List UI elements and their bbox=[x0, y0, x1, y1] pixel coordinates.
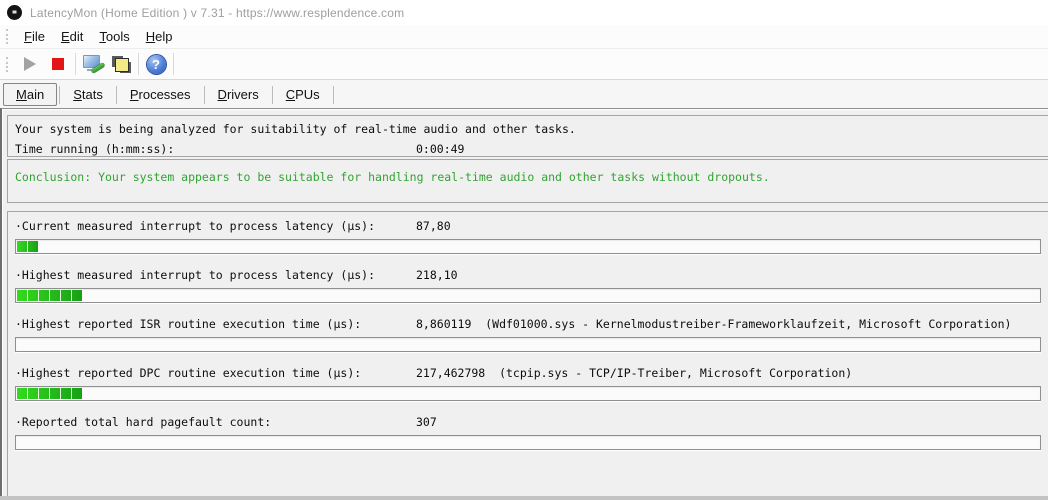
analyze-button[interactable] bbox=[79, 51, 107, 77]
latency-bar-fill bbox=[17, 241, 38, 252]
time-running-line: Time running (h:mm:ss): 0:00:49 bbox=[15, 139, 1048, 159]
measure-row-current-latency: ·Current measured interrupt to process l… bbox=[15, 214, 1041, 263]
latency-bar bbox=[15, 386, 1041, 401]
menu-edit[interactable]: Edit bbox=[53, 27, 91, 46]
analyze-monitor-icon bbox=[82, 54, 105, 74]
measure-label: ·Highest reported ISR routine execution … bbox=[15, 317, 362, 331]
measure-row-isr-time: ·Highest reported ISR routine execution … bbox=[15, 312, 1041, 361]
title-bar: LatencyMon (Home Edition ) v 7.31 - http… bbox=[0, 0, 1048, 25]
measure-label: ·Reported total hard pagefault count: bbox=[15, 415, 272, 429]
latency-bar bbox=[15, 435, 1041, 450]
measure-row-dpc-time: ·Highest reported DPC routine execution … bbox=[15, 361, 1041, 410]
tab-separator bbox=[332, 85, 334, 104]
menubar-gripper-handle[interactable] bbox=[6, 29, 8, 44]
time-running-label: Time running (h:mm:ss): bbox=[15, 142, 175, 156]
window-title: LatencyMon (Home Edition ) v 7.31 - http… bbox=[30, 5, 405, 20]
play-icon bbox=[24, 57, 36, 71]
tab-stats[interactable]: Stats bbox=[60, 83, 116, 106]
measure-label: ·Highest measured interrupt to process l… bbox=[15, 268, 376, 282]
toolbar-gripper-handle[interactable] bbox=[6, 56, 8, 72]
toolbar-separator bbox=[138, 53, 139, 75]
latency-bar bbox=[15, 337, 1041, 352]
measure-row-highest-latency: ·Highest measured interrupt to process l… bbox=[15, 263, 1041, 312]
help-button[interactable]: ? bbox=[142, 51, 170, 77]
stop-icon bbox=[52, 58, 64, 70]
analysis-status-text: Your system is being analyzed for suitab… bbox=[15, 122, 576, 136]
measure-value: 217,462798 (tcpip.sys - TCP/IP-Treiber, … bbox=[416, 366, 853, 380]
toolbar: ? bbox=[0, 49, 1048, 80]
tab-cpus[interactable]: CPUs bbox=[273, 83, 333, 106]
latency-bar-fill bbox=[17, 388, 82, 399]
measure-value: 87,80 bbox=[416, 219, 451, 233]
tab-processes[interactable]: Processes bbox=[117, 83, 204, 106]
measure-value: 307 bbox=[416, 415, 437, 429]
measure-value: 8,860119 (Wdf01000.sys - Kernelmodustrei… bbox=[416, 317, 1012, 331]
measure-label: ·Current measured interrupt to process l… bbox=[15, 219, 376, 233]
copy-report-button[interactable] bbox=[107, 51, 135, 77]
start-monitor-button[interactable] bbox=[16, 51, 44, 77]
measurements-panel: ·Current measured interrupt to process l… bbox=[7, 211, 1048, 500]
latency-bar bbox=[15, 288, 1041, 303]
measure-value: 218,10 bbox=[416, 268, 458, 282]
latency-bar-fill bbox=[17, 290, 82, 301]
tab-bar: Main Stats Processes Drivers CPUs bbox=[0, 80, 1048, 109]
help-icon: ? bbox=[146, 54, 166, 74]
conclusion-panel: Conclusion: Your system appears to be su… bbox=[7, 159, 1048, 203]
measure-row-pagefaults: ·Reported total hard pagefault count: 307 bbox=[15, 410, 1041, 459]
toolbar-separator bbox=[75, 53, 76, 75]
copy-report-icon bbox=[111, 55, 131, 73]
main-panel: Your system is being analyzed for suitab… bbox=[0, 108, 1048, 500]
measure-label: ·Highest reported DPC routine execution … bbox=[15, 366, 362, 380]
window-bottom-edge bbox=[0, 496, 1048, 500]
tab-main[interactable]: Main bbox=[3, 83, 58, 106]
stop-monitor-button[interactable] bbox=[44, 51, 72, 77]
menu-help[interactable]: Help bbox=[138, 27, 181, 46]
menu-bar: File Edit Tools Help bbox=[0, 25, 1048, 49]
menu-file[interactable]: File bbox=[16, 27, 53, 46]
conclusion-text: Conclusion: Your system appears to be su… bbox=[15, 170, 770, 184]
time-running-value: 0:00:49 bbox=[416, 142, 465, 156]
toolbar-separator bbox=[173, 53, 174, 75]
app-logo-icon bbox=[7, 5, 22, 20]
menu-tools[interactable]: Tools bbox=[91, 27, 137, 46]
tab-drivers[interactable]: Drivers bbox=[205, 83, 272, 106]
status-panel: Your system is being analyzed for suitab… bbox=[7, 115, 1048, 157]
latency-bar bbox=[15, 239, 1041, 254]
